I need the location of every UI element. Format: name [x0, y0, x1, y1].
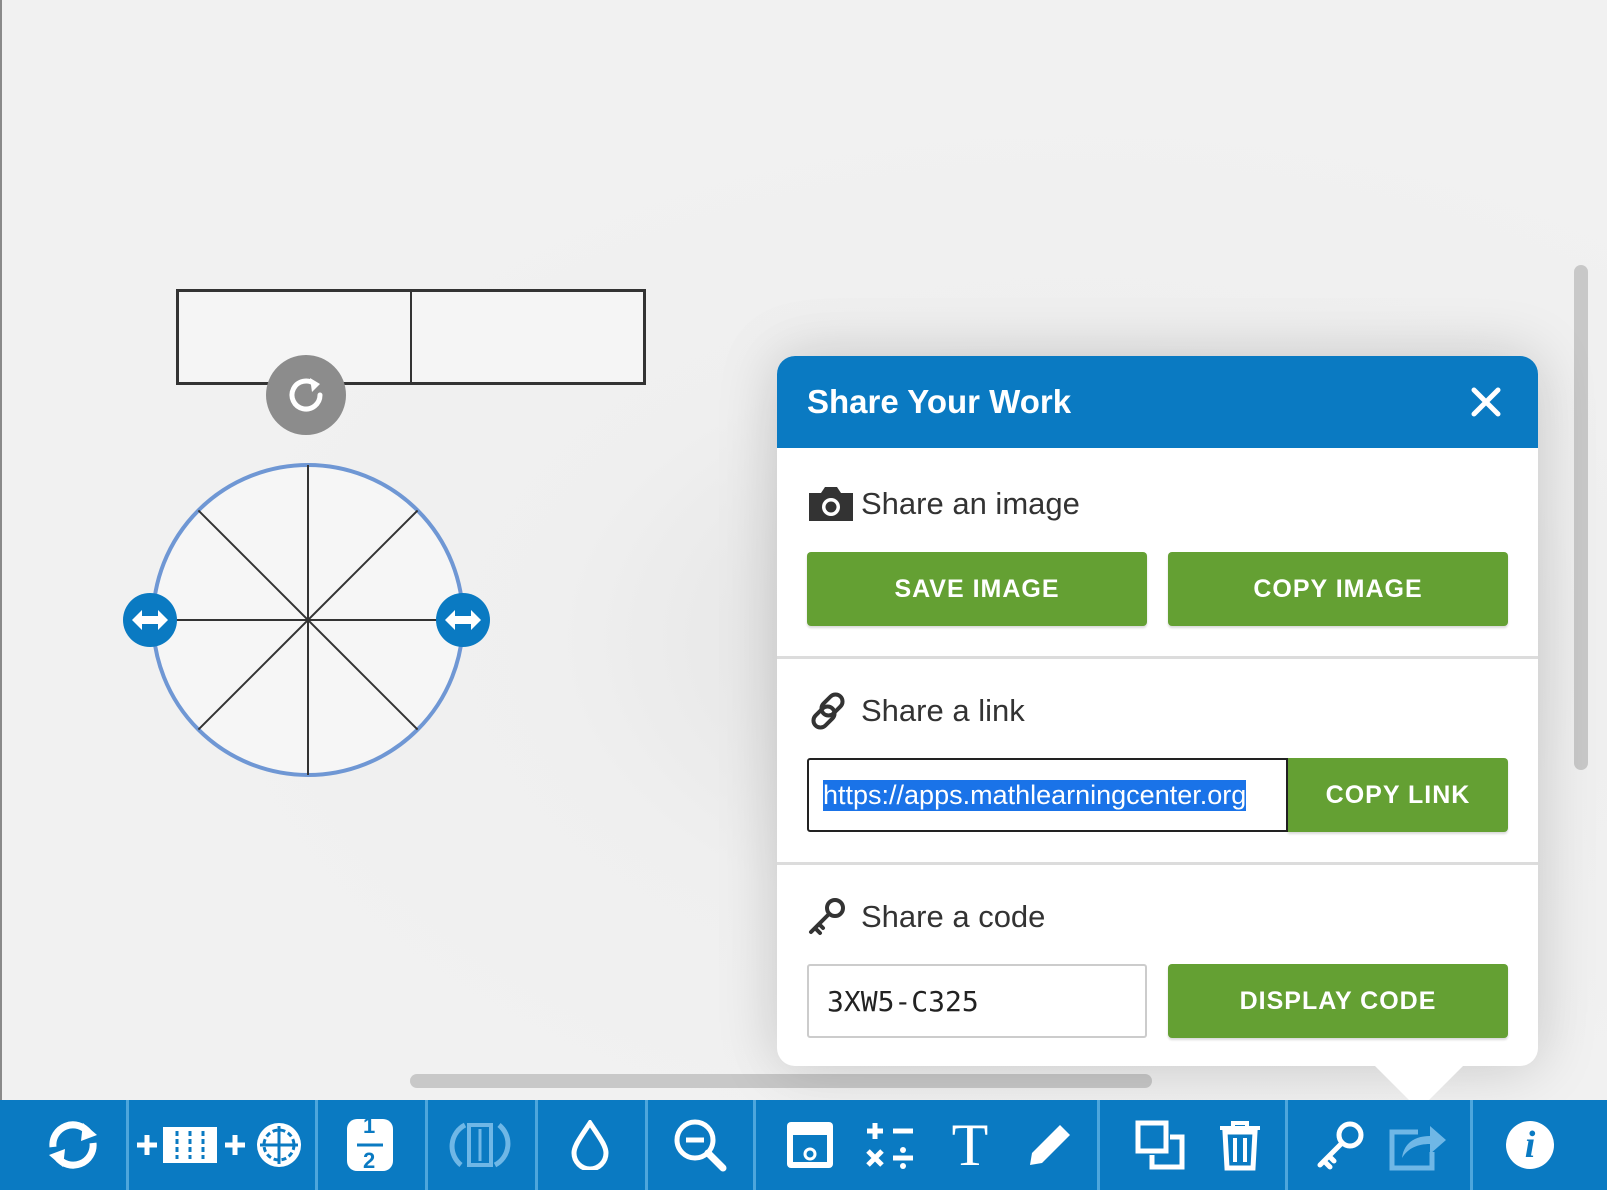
text-icon: T: [951, 1112, 989, 1178]
key-button[interactable]: [1300, 1100, 1380, 1190]
close-icon: [1471, 387, 1501, 417]
fraction-numerator: 1: [363, 1113, 376, 1138]
fraction-denominator: 2: [363, 1148, 376, 1173]
add-bar-icon: [137, 1127, 217, 1163]
toolbar-separator: [1285, 1100, 1288, 1190]
toolbar-separator: [315, 1100, 318, 1190]
flip-icon: [449, 1122, 511, 1168]
link-icon: [807, 690, 861, 732]
flip-button[interactable]: [440, 1100, 520, 1190]
cover-icon: [787, 1122, 833, 1168]
section-divider: [777, 862, 1538, 865]
save-image-button[interactable]: SAVE IMAGE: [807, 552, 1147, 626]
add-circle-icon: [225, 1123, 301, 1167]
share-image-section: Share an image: [777, 474, 1538, 534]
share-icon: [1389, 1126, 1446, 1171]
toolbar-separator: [425, 1100, 428, 1190]
cover-button[interactable]: [770, 1100, 850, 1190]
share-code-label: Share a code: [861, 899, 1046, 934]
key-icon: [1317, 1121, 1364, 1170]
toolbar-separator: [535, 1100, 538, 1190]
color-button[interactable]: [550, 1100, 630, 1190]
pen-button[interactable]: [1010, 1100, 1090, 1190]
share-button[interactable]: [1378, 1100, 1458, 1190]
share-dialog: Share Your Work Share an image SAVE IMAG…: [777, 356, 1538, 1066]
key-icon: [807, 896, 861, 938]
copy-link-button[interactable]: COPY LINK: [1288, 758, 1508, 832]
toolbar-separator: [1470, 1100, 1473, 1190]
toolbar-separator: [1097, 1100, 1100, 1190]
link-url-text: https://apps.mathlearningcenter.org: [823, 779, 1247, 811]
vertical-scrollbar[interactable]: [1574, 265, 1588, 770]
info-icon: i: [1506, 1121, 1554, 1169]
share-link-section: Share a link: [777, 681, 1538, 741]
link-url-field[interactable]: https://apps.mathlearningcenter.org: [807, 758, 1288, 832]
zoom-out-button[interactable]: [660, 1100, 740, 1190]
section-divider: [777, 656, 1538, 659]
camera-icon: [807, 485, 861, 523]
color-drop-icon: [571, 1120, 609, 1170]
bottom-toolbar: 1 2 T i: [0, 1100, 1607, 1190]
text-button[interactable]: T: [930, 1100, 1010, 1190]
operations-button[interactable]: [850, 1100, 930, 1190]
resize-handle-right[interactable]: [436, 593, 490, 647]
pen-icon: [1030, 1125, 1070, 1165]
fraction-label-button[interactable]: 1 2: [330, 1100, 410, 1190]
rotate-icon: [289, 378, 323, 412]
share-code-section: Share a code: [777, 887, 1538, 947]
canvas-left-border: [0, 0, 2, 1100]
duplicate-button[interactable]: [1120, 1100, 1200, 1190]
duplicate-icon: [1135, 1120, 1185, 1170]
dialog-title: Share Your Work: [807, 383, 1072, 420]
info-button[interactable]: i: [1490, 1100, 1570, 1190]
close-button[interactable]: [1464, 380, 1508, 424]
share-link-label: Share a link: [861, 693, 1025, 728]
info-glyph: i: [1524, 1124, 1536, 1166]
copy-image-button[interactable]: COPY IMAGE: [1168, 552, 1508, 626]
add-bar-button[interactable]: [134, 1100, 222, 1190]
dialog-header: Share Your Work: [777, 356, 1538, 448]
add-circle-button[interactable]: [222, 1100, 310, 1190]
toolbar-separator: [753, 1100, 756, 1190]
refresh-icon: [49, 1121, 97, 1169]
trash-icon: [1220, 1121, 1260, 1171]
refresh-button[interactable]: [38, 1100, 108, 1190]
trash-button[interactable]: [1200, 1100, 1280, 1190]
zoom-out-icon: [674, 1119, 727, 1172]
share-code-field[interactable]: 3XW5-C325: [807, 964, 1147, 1038]
toolbar-separator: [645, 1100, 648, 1190]
rotate-handle[interactable]: [266, 355, 346, 435]
share-image-label: Share an image: [861, 486, 1080, 521]
fraction-bar[interactable]: [176, 289, 646, 385]
horizontal-scrollbar[interactable]: [410, 1074, 1152, 1088]
toolbar-separator: [126, 1100, 129, 1190]
resize-handle-left[interactable]: [123, 593, 177, 647]
display-code-button[interactable]: DISPLAY CODE: [1168, 964, 1508, 1038]
operations-icon: [866, 1123, 913, 1169]
fraction-circle[interactable]: [118, 455, 498, 785]
fraction-bar-part[interactable]: [412, 292, 643, 382]
